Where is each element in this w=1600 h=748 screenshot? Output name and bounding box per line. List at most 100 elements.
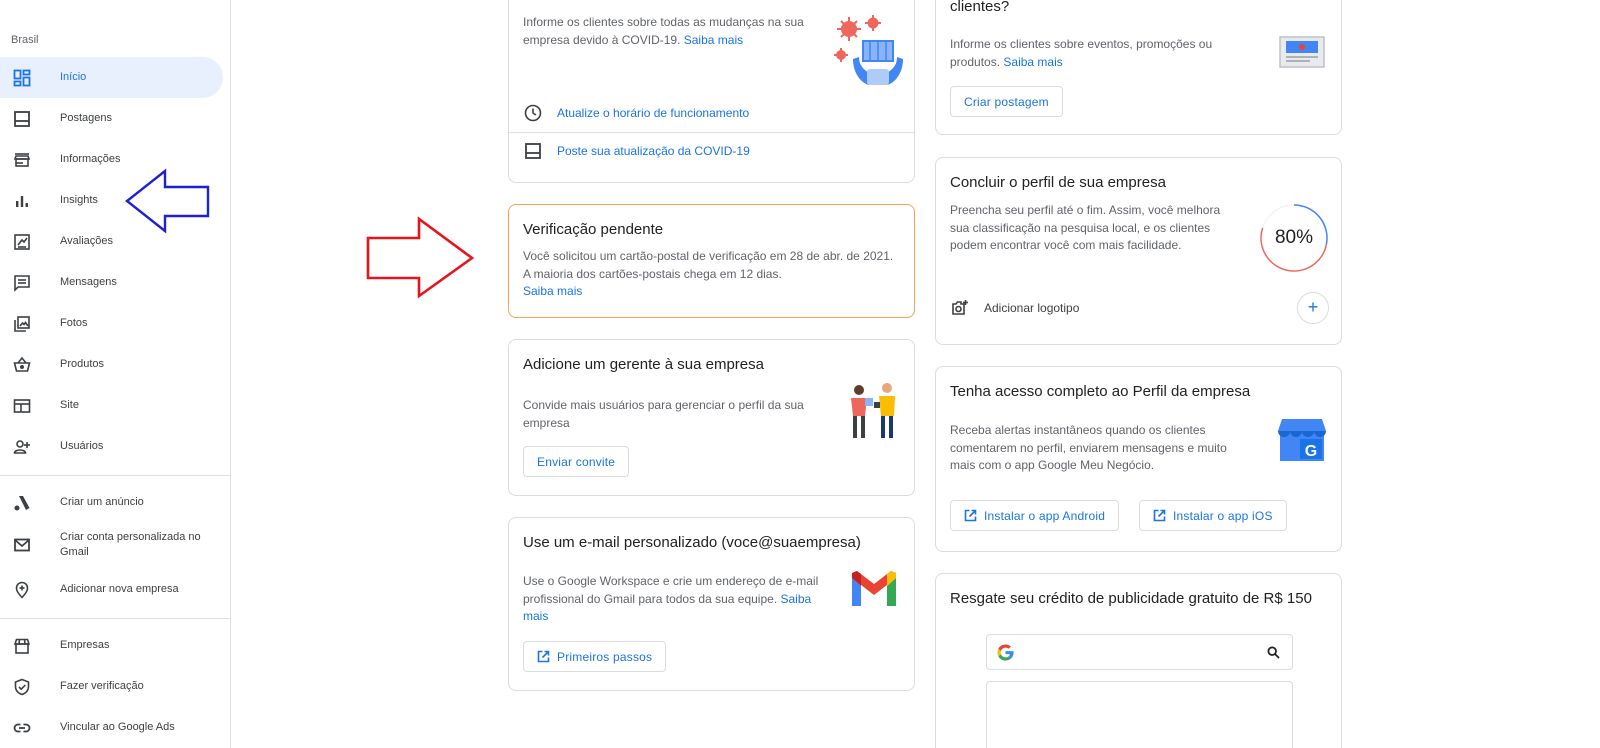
create-post-card: clientes? Informe os clientes sobre even… xyxy=(935,0,1342,135)
sidebar-item-label: Mensagens xyxy=(60,276,117,288)
search-preview-box xyxy=(986,634,1293,670)
post-covid-update-link[interactable]: Poste sua atualização da COVID-19 xyxy=(557,144,750,158)
sidebar-item-label: Vincular ao Google Ads xyxy=(60,721,175,733)
sidebar-item-vincular-google-ads[interactable]: Vincular ao Google Ads xyxy=(0,707,223,748)
email-text: Use o Google Workspace e crie um endereç… xyxy=(523,574,819,623)
verification-text: Você solicitou um cartão-postal de verif… xyxy=(523,248,908,301)
profile-percent: 80% xyxy=(1274,227,1314,248)
add-photo-icon xyxy=(950,298,970,318)
sidebar-item-fazer-verificacao[interactable]: Fazer verificação xyxy=(0,666,223,707)
posts-title: clientes? xyxy=(950,0,1010,15)
bar-chart-icon xyxy=(12,191,32,211)
add-logo-plus-icon[interactable]: + xyxy=(1297,291,1329,324)
red-annotation-arrow-icon xyxy=(366,216,475,299)
posts-learn-more-link[interactable]: Saiba mais xyxy=(1003,55,1062,69)
verification-title: Verificação pendente xyxy=(523,221,664,238)
sidebar-item-label: Criar um anúncio xyxy=(60,496,144,508)
verification-learn-more-link[interactable]: Saiba mais xyxy=(523,283,908,301)
sidebar-item-label: Usuários xyxy=(60,440,104,452)
sidebar-item-label: Empresas xyxy=(60,639,110,651)
sidebar-item-label: Produtos xyxy=(60,358,105,370)
add-logo-row[interactable]: Adicionar logotipo + xyxy=(936,289,1341,326)
profile-title: Concluir o perfil de sua empresa xyxy=(950,174,1166,191)
sidebar-item-usuarios[interactable]: Usuários xyxy=(0,426,223,467)
sidebar-item-label: Início xyxy=(60,71,87,83)
post-covid-update-row[interactable]: Poste sua atualização da COVID-19 xyxy=(509,132,914,169)
covid-text: Informe os clientes sobre todas as mudan… xyxy=(523,15,804,47)
verification-pending-card: Verificação pendente Você solicitou um c… xyxy=(508,204,915,318)
sidebar-item-postagens[interactable]: Postagens xyxy=(0,98,223,139)
sidebar-item-criar-conta-gmail[interactable]: Criar conta personalizada no Gmail xyxy=(0,528,223,562)
sidebar-item-fotos[interactable]: Fotos xyxy=(0,303,223,344)
app-access-card: Tenha acesso completo ao Perfil da empre… xyxy=(935,366,1342,552)
profile-text: Preencha seu perfil até o fim. Assim, vo… xyxy=(950,203,1221,252)
basket-icon xyxy=(12,355,32,375)
google-my-business-logo-icon: G xyxy=(1278,419,1326,461)
sidebar-item-label: Postagens xyxy=(60,112,112,124)
add-manager-card: Adicione um gerente à sua empresa Convid… xyxy=(508,339,915,496)
sidebar-item-adicionar-empresa[interactable]: Adicionar nova empresa xyxy=(0,569,223,610)
g-letter: G xyxy=(1305,443,1317,460)
covid-card: Informe os clientes sobre todas as mudan… xyxy=(508,0,915,183)
add-location-icon xyxy=(12,580,32,600)
add-logo-label: Adicionar logotipo xyxy=(984,300,1080,315)
install-android-button[interactable]: Instalar o app Android xyxy=(950,500,1120,531)
add-user-icon xyxy=(12,437,32,457)
reviews-icon xyxy=(12,232,32,252)
region-label: Brasil xyxy=(11,34,39,46)
sidebar-divider xyxy=(0,618,231,619)
sidebar-item-label: Adicionar nova empresa xyxy=(60,583,179,595)
ad-preview-box xyxy=(986,681,1293,748)
gmail-logo-icon xyxy=(852,571,896,606)
sidebar-item-empresas[interactable]: Empresas xyxy=(0,625,223,666)
open-in-new-icon xyxy=(964,509,977,522)
shield-check-icon xyxy=(12,677,32,697)
message-icon xyxy=(12,273,32,293)
update-hours-link[interactable]: Atualize o horário de funcionamento xyxy=(557,106,749,120)
sidebar-divider xyxy=(0,475,231,476)
send-invite-button[interactable]: Enviar convite xyxy=(523,446,630,477)
website-icon xyxy=(12,396,32,416)
app-text: Receba alertas instantâneos quando os cl… xyxy=(950,423,1227,472)
posts-icon xyxy=(12,109,32,129)
open-in-new-icon xyxy=(537,650,550,663)
credit-title: Resgate seu crédito de publicidade gratu… xyxy=(950,590,1312,607)
sidebar-item-mensagens[interactable]: Mensagens xyxy=(0,262,223,303)
custom-email-card: Use um e-mail personalizado (voce@suaemp… xyxy=(508,517,915,691)
search-icon xyxy=(1267,646,1280,659)
covid-learn-more-link[interactable]: Saiba mais xyxy=(684,33,743,47)
posts-text: Informe os clientes sobre eventos, promo… xyxy=(950,37,1213,69)
store-icon xyxy=(12,150,32,170)
sidebar: Brasil Início Postagens Informações Insi… xyxy=(0,0,231,748)
posts-icon xyxy=(523,141,543,161)
covid-illustration-icon xyxy=(834,15,903,85)
sidebar-item-label: Fazer verificação xyxy=(60,680,144,692)
manager-title: Adicione um gerente à sua empresa xyxy=(523,356,764,373)
get-started-button[interactable]: Primeiros passos xyxy=(523,641,667,672)
link-icon xyxy=(12,718,32,738)
create-post-button[interactable]: Criar postagem xyxy=(950,86,1063,117)
sidebar-item-site[interactable]: Site xyxy=(0,385,223,426)
install-ios-button[interactable]: Instalar o app iOS xyxy=(1139,500,1287,531)
sidebar-item-inicio[interactable]: Início xyxy=(0,57,223,98)
post-illustration-icon xyxy=(1279,36,1325,68)
dashboard-icon xyxy=(12,68,32,88)
sidebar-item-produtos[interactable]: Produtos xyxy=(0,344,223,385)
sidebar-item-label: Informações xyxy=(60,153,121,165)
photos-icon xyxy=(12,314,32,334)
sidebar-item-criar-anuncio[interactable]: Criar um anúncio xyxy=(0,482,223,523)
store-icon xyxy=(12,636,32,656)
open-in-new-icon xyxy=(1153,509,1166,522)
complete-profile-card: Concluir o perfil de sua empresa Preench… xyxy=(935,157,1342,345)
people-illustration-icon xyxy=(851,383,895,438)
app-title: Tenha acesso completo ao Perfil da empre… xyxy=(950,383,1251,400)
sidebar-item-label: Insights xyxy=(60,194,98,206)
sidebar-item-label: Avaliações xyxy=(60,235,113,247)
google-ads-icon xyxy=(12,493,32,513)
google-logo-icon xyxy=(997,644,1014,661)
sidebar-item-label: Criar conta personalizada no Gmail xyxy=(60,531,201,558)
sidebar-item-label: Site xyxy=(60,399,79,411)
ad-credit-card: Resgate seu crédito de publicidade gratu… xyxy=(935,573,1342,748)
gmail-icon xyxy=(12,535,32,555)
update-hours-row[interactable]: Atualize o horário de funcionamento xyxy=(509,94,914,131)
